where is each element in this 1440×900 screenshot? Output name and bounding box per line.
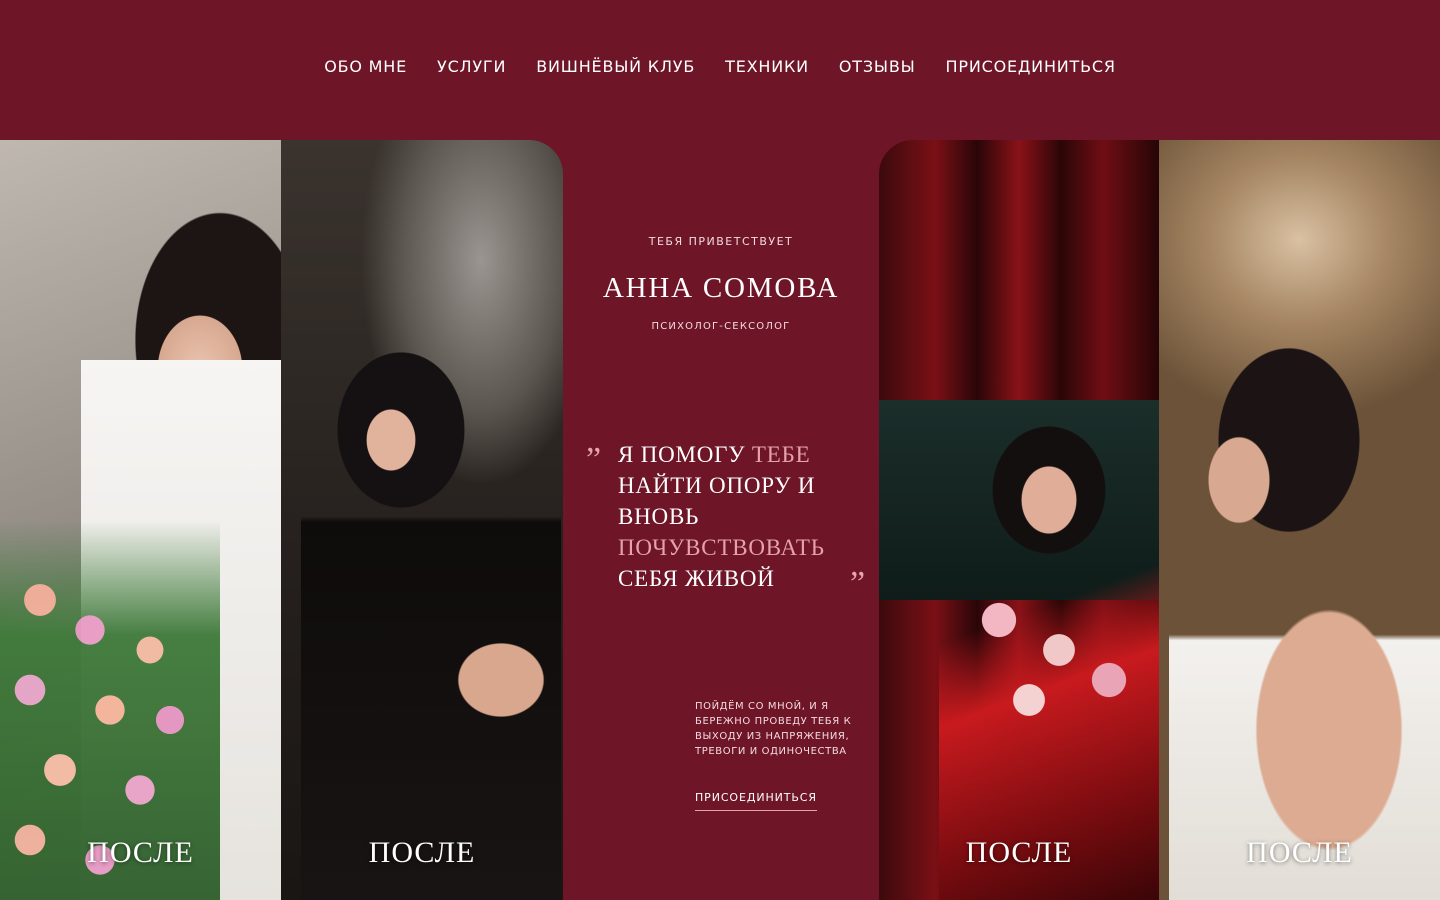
photo-panel-2: ПОСЛЕ	[281, 140, 563, 900]
quote-open-mark: ”	[586, 441, 602, 478]
hero-greeting: ТЕБЯ ПРИВЕТСТВУЕТ	[648, 235, 794, 248]
main-navigation: ОБО МНЕ УСЛУГИ ВИШНЁВЫЙ КЛУБ ТЕХНИКИ ОТЗ…	[0, 0, 1440, 140]
hero-name: АННА СОМОВА	[602, 272, 840, 304]
photo-caption: ПОСЛЕ	[1246, 836, 1353, 869]
nav-item-techniques[interactable]: ТЕХНИКИ	[725, 57, 809, 76]
nav-item-join[interactable]: ПРИСОЕДИНИТЬСЯ	[946, 57, 1116, 76]
photo-panel-4: ПОСЛЕ	[1159, 140, 1440, 900]
join-link[interactable]: ПРИСОЕДИНИТЬСЯ	[695, 791, 817, 811]
photo-caption: ПОСЛЕ	[965, 836, 1073, 869]
photo-panel-1: ПОСЛЕ	[0, 140, 281, 900]
quote-highlight: ПОЧУВСТВОВАТЬ	[618, 535, 825, 560]
quote-part: СЕБЯ ЖИВОЙ	[618, 566, 775, 591]
nav-list: ОБО МНЕ УСЛУГИ ВИШНЁВЫЙ КЛУБ ТЕХНИКИ ОТЗ…	[324, 57, 1116, 76]
nav-item-cherry-club[interactable]: ВИШНЁВЫЙ КЛУБ	[536, 57, 695, 76]
photo-detail-figure	[939, 420, 1159, 900]
hero-center: ТЕБЯ ПРИВЕТСТВУЕТ АННА СОМОВА ПСИХОЛОГ-С…	[563, 140, 879, 900]
hero-lead-text: ПОЙДЁМ СО МНОЙ, И Я БЕРЕЖНО ПРОВЕДУ ТЕБЯ…	[695, 701, 852, 757]
photo-detail-figure	[1169, 310, 1440, 900]
hero-profession: ПСИХОЛОГ-СЕКСОЛОГ	[651, 321, 791, 332]
photo-detail-figure	[301, 310, 561, 900]
quote-part: Я ПОМОГУ	[618, 442, 752, 467]
photo-caption: ПОСЛЕ	[368, 836, 476, 869]
photo-panel-3: ПОСЛЕ	[879, 140, 1159, 900]
nav-item-reviews[interactable]: ОТЗЫВЫ	[839, 57, 916, 76]
quote-part: НАЙТИ ОПОРУ И ВНОВЬ	[618, 473, 816, 529]
nav-item-services[interactable]: УСЛУГИ	[437, 57, 506, 76]
nav-item-about[interactable]: ОБО МНЕ	[324, 57, 407, 76]
photo-caption: ПОСЛЕ	[87, 836, 194, 869]
quote-close-mark: ”	[850, 565, 866, 602]
hero-quote: Я ПОМОГУ ТЕБЕ НАЙТИ ОПОРУ И ВНОВЬ ПОЧУВС…	[618, 439, 858, 594]
quote-highlight: ТЕБЕ	[751, 442, 811, 467]
